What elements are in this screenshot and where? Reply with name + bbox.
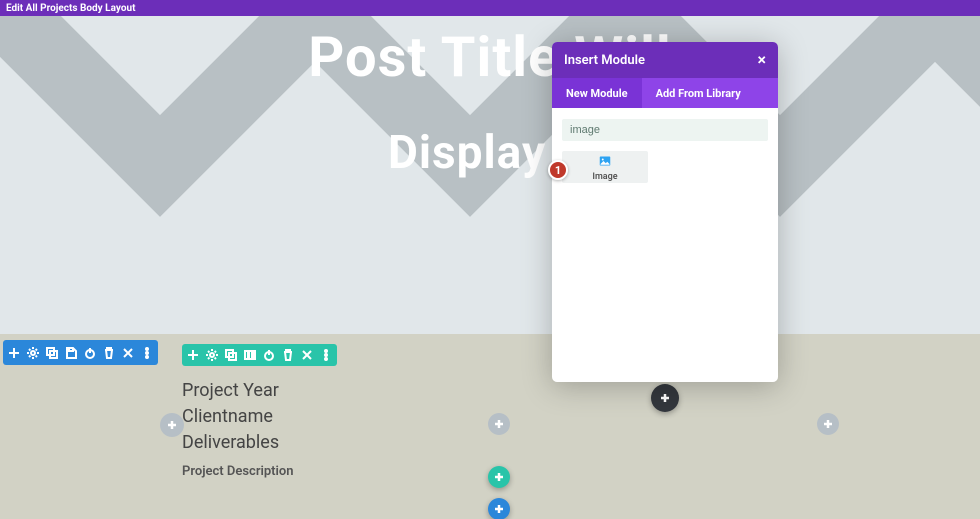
add-section-button[interactable] [488,498,510,519]
power-icon[interactable] [263,349,275,361]
project-year-line: Project Year [182,378,294,404]
add-module-dark-button[interactable] [651,384,679,412]
insert-module-modal: Insert Module × New Module Add From Libr… [552,42,778,382]
module-image[interactable]: Image [562,151,648,183]
duplicate-icon[interactable] [46,347,58,359]
section-toolbar [3,340,158,365]
gear-icon[interactable] [27,347,39,359]
project-meta-block: Project Year Clientname Deliverables Pro… [182,378,294,479]
more-icon[interactable] [141,347,153,359]
client-name-line: Clientname [182,404,294,430]
save-icon[interactable] [65,347,77,359]
project-description: Project Description [182,464,294,479]
row-toolbar [182,344,337,366]
modal-tabs: New Module Add From Library [552,78,778,108]
page-title: Edit All Projects Body Layout [6,3,135,14]
close-icon[interactable]: × [758,52,767,68]
close-icon[interactable] [122,347,134,359]
add-icon[interactable] [8,347,20,359]
add-module-column-1[interactable] [160,413,184,437]
post-subtitle-placeholder: Display H [0,126,980,180]
hero-section: Post Title Will Display H [0,16,980,334]
module-search-input[interactable] [562,119,768,141]
power-icon[interactable] [84,347,96,359]
add-module-column-2[interactable] [488,413,510,435]
columns-icon[interactable] [244,349,256,361]
add-module-column-3[interactable] [817,413,839,435]
add-row-button[interactable] [488,466,510,488]
modal-header[interactable]: Insert Module × [552,42,778,78]
module-image-label: Image [592,172,617,182]
hero-titles: Post Title Will Display H [0,16,980,180]
modal-title: Insert Module [564,53,645,68]
close-icon[interactable] [301,349,313,361]
trash-icon[interactable] [282,349,294,361]
tab-add-from-library[interactable]: Add From Library [642,78,755,108]
trash-icon[interactable] [103,347,115,359]
top-bar: Edit All Projects Body Layout [0,0,980,16]
more-icon[interactable] [320,349,332,361]
image-icon [599,152,611,171]
gear-icon[interactable] [206,349,218,361]
duplicate-icon[interactable] [225,349,237,361]
module-results: Image [562,151,768,183]
deliverables-line: Deliverables [182,430,294,456]
post-title-placeholder: Post Title Will [0,24,980,90]
modal-body: Image [552,108,778,382]
tab-new-module[interactable]: New Module [552,78,642,108]
annotation-badge-1: 1 [548,160,568,180]
add-icon[interactable] [187,349,199,361]
